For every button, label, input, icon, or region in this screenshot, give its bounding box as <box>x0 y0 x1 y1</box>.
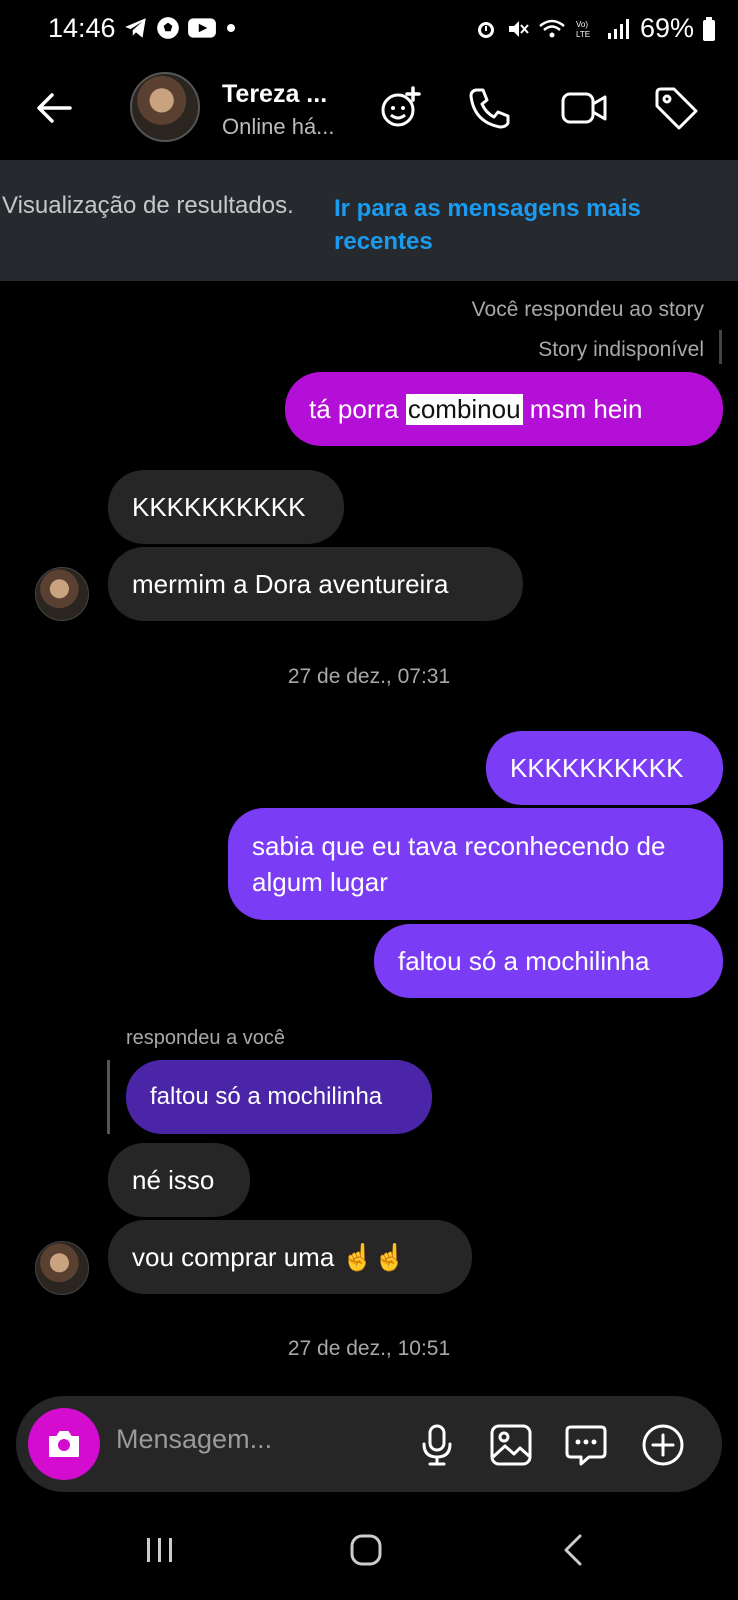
quoted-text: faltou só a mochilinha <box>150 1083 383 1110</box>
back-nav-icon[interactable] <box>556 1532 592 1568</box>
gallery-icon[interactable] <box>488 1422 534 1468</box>
message-composer: Mensagem... <box>16 1396 722 1492</box>
timestamp: 27 de dez., 07:31 <box>287 665 451 688</box>
alarm-icon <box>477 21 494 38</box>
sent-message-bubble[interactable]: faltou só a mochilinha <box>374 924 723 998</box>
telegram-icon <box>125 18 146 38</box>
sticker-chat-icon[interactable] <box>563 1422 609 1468</box>
contact-name[interactable]: Tereza ... <box>222 80 327 109</box>
message-text: KKKKKKKKKK <box>510 752 684 783</box>
svg-text:Vo): Vo) <box>576 20 588 29</box>
youtube-icon <box>188 18 216 38</box>
sender-avatar[interactable] <box>35 567 89 621</box>
received-message-bubble[interactable]: KKKKKKKKKK <box>108 470 344 544</box>
message-text: mermim a Dora aventureira <box>132 568 449 599</box>
message-text: KKKKKKKKKK <box>132 491 306 522</box>
volte-icon: Vo)LTE <box>576 20 590 39</box>
quoted-message-bubble[interactable]: faltou só a mochilinha <box>126 1060 432 1134</box>
status-bar: 14:46 Vo) LTE 69% <box>0 0 738 58</box>
status-notification-icons <box>123 15 239 41</box>
message-text-prefix: tá porra <box>309 393 406 424</box>
sender-avatar[interactable] <box>35 1241 89 1295</box>
status-time: 14:46 <box>48 13 116 43</box>
system-navigation-bar <box>0 1510 738 1600</box>
soccer-icon <box>157 17 179 39</box>
reply-label: respondeu a você <box>126 1027 286 1049</box>
battery-icon <box>703 16 715 41</box>
search-highlight: combinou <box>405 393 523 425</box>
story-unavailable-label: Story indisponível <box>538 338 704 361</box>
chat-header: Tereza ... Online há... <box>0 60 738 158</box>
camera-button[interactable] <box>28 1408 100 1480</box>
tag-icon[interactable] <box>652 84 700 132</box>
svg-text:LTE: LTE <box>576 30 590 39</box>
status-system-icons: Vo) LTE 69% <box>474 13 716 44</box>
received-message-bubble[interactable]: vou comprar uma ☝️☝️ <box>108 1220 472 1294</box>
banner-label: Visualização de resultados. <box>2 192 294 219</box>
wifi-icon <box>539 19 565 37</box>
home-icon[interactable] <box>348 1532 384 1568</box>
received-message-bubble[interactable]: mermim a Dora aventureira <box>108 547 523 621</box>
story-replied-label: Você respondeu ao story <box>471 298 704 321</box>
message-input[interactable]: Mensagem... <box>116 1424 272 1455</box>
contact-status: Online há... <box>222 114 335 139</box>
sent-message-bubble[interactable]: tá porra combinou msm hein <box>285 372 723 446</box>
message-text: né isso <box>132 1164 215 1195</box>
reply-quote-bar <box>107 1060 110 1134</box>
sent-message-bubble[interactable]: sabia que eu tava reconhecendo de algum … <box>228 808 723 920</box>
contact-avatar[interactable] <box>130 72 200 142</box>
received-message-bubble[interactable]: né isso <box>108 1143 250 1217</box>
battery-percent: 69% <box>639 13 694 43</box>
microphone-icon[interactable] <box>414 1422 460 1468</box>
recent-apps-icon[interactable] <box>142 1532 178 1568</box>
message-text: sabia que eu tava reconhecendo de algum … <box>252 831 666 897</box>
sent-message-bubble[interactable]: KKKKKKKKKK <box>486 731 723 805</box>
back-arrow-icon[interactable] <box>30 84 78 132</box>
message-text: vou comprar uma ☝️☝️ <box>132 1241 407 1272</box>
jump-to-recent-link[interactable]: Ir para as mensagens mais recentes <box>334 192 714 258</box>
story-reply-bar <box>719 330 722 364</box>
plus-circle-icon[interactable] <box>640 1422 686 1468</box>
camera-icon <box>49 1431 79 1457</box>
video-call-icon[interactable] <box>560 84 608 132</box>
message-text-suffix: msm hein <box>522 393 643 424</box>
timestamp: 27 de dez., 10:51 <box>287 1337 451 1360</box>
search-results-banner: Visualização de resultados. Ir para as m… <box>0 160 738 281</box>
phone-icon[interactable] <box>466 84 514 132</box>
message-text: faltou só a mochilinha <box>398 945 650 976</box>
mute-icon <box>508 20 529 37</box>
add-effect-icon[interactable] <box>376 84 424 132</box>
signal-icon <box>607 18 629 39</box>
dot-icon <box>227 24 235 32</box>
